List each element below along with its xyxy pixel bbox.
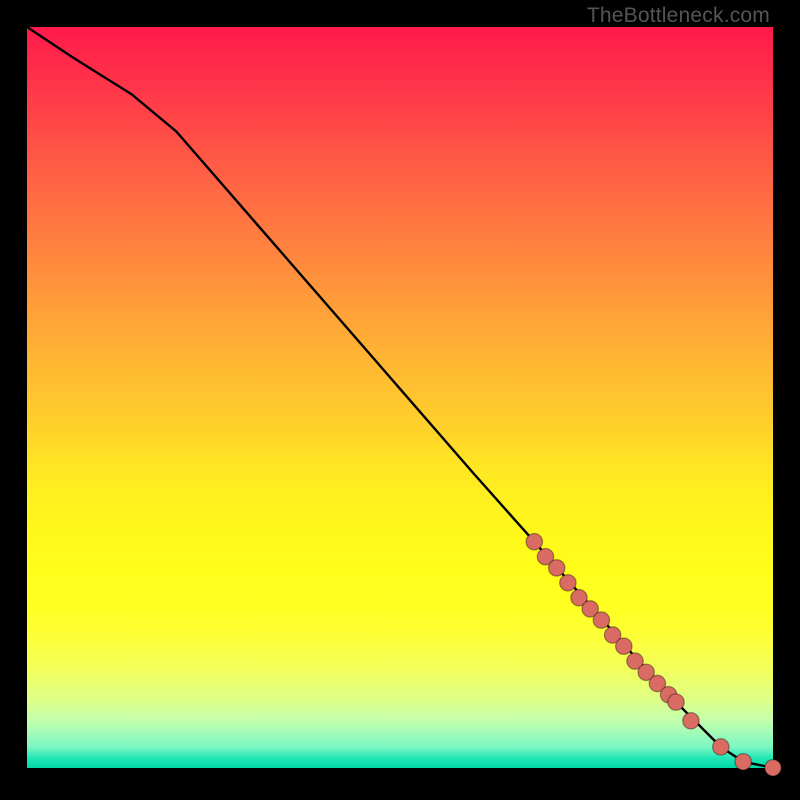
- watermark-text: TheBottleneck.com: [587, 4, 770, 28]
- data-point: [683, 713, 699, 729]
- data-point: [735, 754, 751, 770]
- chart-frame: TheBottleneck.com: [0, 0, 800, 800]
- data-point: [593, 612, 609, 628]
- data-point: [526, 534, 542, 550]
- data-point: [616, 638, 632, 654]
- data-point: [713, 739, 729, 755]
- data-point: [549, 560, 565, 576]
- data-point: [668, 694, 684, 710]
- data-point: [560, 575, 576, 591]
- curve-line: [27, 27, 773, 768]
- data-point: [765, 760, 781, 776]
- chart-overlay: [27, 27, 773, 773]
- scatter-points: [526, 534, 781, 777]
